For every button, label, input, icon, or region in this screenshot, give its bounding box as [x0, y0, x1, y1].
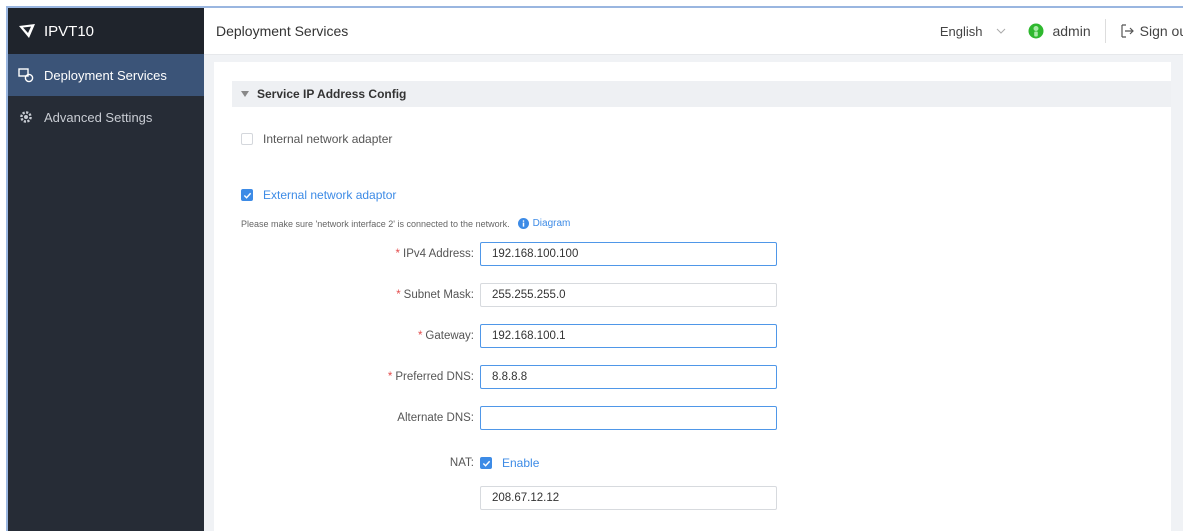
- diagram-link[interactable]: Diagram: [533, 218, 571, 229]
- ipv4-address-input[interactable]: [480, 242, 777, 266]
- nat-row: NAT: Enable: [214, 456, 539, 470]
- sidebar-item-advanced-settings[interactable]: Advanced Settings: [8, 96, 204, 138]
- user-status-icon: [1028, 23, 1044, 39]
- deployment-icon: [18, 68, 34, 83]
- gateway-row: * Gateway:: [214, 324, 777, 348]
- sign-out-icon: [1121, 24, 1134, 38]
- required-marker: *: [417, 330, 423, 342]
- sidebar-item-label: Advanced Settings: [44, 109, 153, 125]
- sidebar-item-label: Deployment Services: [44, 67, 167, 83]
- required-marker: *: [387, 371, 393, 383]
- label-text: IPv4 Address:: [403, 248, 474, 260]
- gear-icon: [20, 111, 32, 123]
- page-title: Deployment Services: [216, 23, 349, 39]
- nat-address-input[interactable]: [480, 486, 777, 510]
- required-marker: *: [396, 289, 401, 301]
- brand: IPVT10: [8, 8, 204, 54]
- nat-address-row: [214, 486, 777, 510]
- checkbox[interactable]: [241, 133, 253, 145]
- field-label: * Subnet Mask:: [214, 289, 480, 301]
- field-label: Alternate DNS:: [214, 412, 480, 424]
- field-label: * IPv4 Address:: [214, 248, 480, 260]
- label-text: NAT:: [449, 457, 474, 469]
- label-text: Preferred DNS:: [395, 371, 474, 383]
- app-name: IPVT10: [44, 22, 95, 40]
- alternate-dns-input[interactable]: [480, 406, 777, 430]
- preferred-dns-row: * Preferred DNS:: [214, 365, 777, 389]
- checkbox[interactable]: [241, 189, 253, 201]
- internal-adapter-checkbox[interactable]: Internal network adapter: [241, 132, 392, 146]
- label-text: Gateway:: [425, 330, 474, 342]
- gateway-input[interactable]: [480, 324, 777, 348]
- app-window: IPVT10 Deployment Services Advanced Sett…: [6, 6, 1183, 531]
- sidebar-item-deployment-services[interactable]: Deployment Services: [8, 54, 204, 96]
- check-icon: [482, 460, 490, 467]
- section-title: Service IP Address Config: [257, 87, 407, 101]
- language-select[interactable]: English: [940, 24, 1007, 39]
- check-icon: [243, 192, 251, 199]
- alternate-dns-row: Alternate DNS:: [214, 406, 777, 430]
- subnet-row: * Subnet Mask:: [214, 283, 777, 307]
- sign-out-button[interactable]: Sign out: [1120, 23, 1183, 39]
- header-actions: English admin Sign out: [940, 8, 1183, 54]
- checkbox-label: External network adaptor: [263, 188, 397, 202]
- collapse-triangle-icon: [241, 91, 249, 97]
- hint-text: Please make sure 'network interface 2' i…: [241, 218, 510, 229]
- checkbox[interactable]: [480, 457, 492, 469]
- chevron-down-icon: [997, 28, 1006, 34]
- field-label: NAT:: [214, 457, 480, 469]
- label-text: Subnet Mask:: [403, 289, 474, 301]
- preferred-dns-input[interactable]: [480, 365, 777, 389]
- subnet-mask-input[interactable]: [480, 283, 777, 307]
- field-label: * Gateway:: [214, 330, 480, 342]
- section-header[interactable]: Service IP Address Config: [232, 81, 1171, 107]
- checkbox-label: Enable: [502, 456, 540, 470]
- ipv4-row: * IPv4 Address:: [214, 242, 777, 266]
- network-hint: Please make sure 'network interface 2' i…: [241, 218, 570, 229]
- language-label: English: [939, 23, 983, 39]
- username: admin: [1052, 23, 1091, 39]
- user-menu[interactable]: admin: [1028, 19, 1106, 43]
- main-content: Service IP Address Config Internal netwo…: [214, 62, 1171, 531]
- field-label: * Preferred DNS:: [214, 371, 480, 383]
- logo-icon: [19, 24, 35, 38]
- nat-enable-checkbox[interactable]: Enable: [480, 456, 539, 470]
- info-icon: [517, 218, 529, 229]
- top-header: Deployment Services English admin Sign o: [204, 8, 1183, 55]
- label-text: Alternate DNS:: [397, 412, 474, 424]
- sidebar: IPVT10 Deployment Services Advanced Sett…: [8, 8, 204, 531]
- checkbox-label: Internal network adapter: [263, 132, 393, 146]
- sign-out-label: Sign out: [1139, 23, 1183, 39]
- required-marker: *: [395, 248, 401, 260]
- external-adapter-checkbox[interactable]: External network adaptor: [241, 188, 396, 202]
